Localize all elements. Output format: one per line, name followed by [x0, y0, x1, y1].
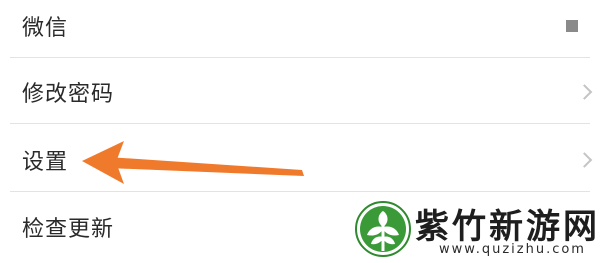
- settings-item-change-password[interactable]: 修改密码: [0, 60, 600, 124]
- divider: [10, 123, 590, 124]
- chevron-right-icon: [576, 152, 593, 168]
- settings-item-label: 修改密码: [22, 82, 115, 107]
- watermark-url: www.quzizhu.com: [439, 242, 586, 257]
- chevron-right-icon: [576, 84, 593, 100]
- watermark-title: 紫竹新游网: [415, 207, 600, 247]
- settings-item-label: 设置: [22, 150, 69, 175]
- settings-item-settings[interactable]: 设置: [0, 128, 600, 192]
- settings-item-wechat[interactable]: 微信: [0, 0, 600, 58]
- settings-item-label: 检查更新: [22, 217, 115, 242]
- watermark: 紫竹新游网 www.quzizhu.com: [355, 197, 600, 263]
- bamboo-logo-icon: [355, 201, 411, 257]
- divider: [10, 191, 590, 192]
- divider: [10, 57, 590, 58]
- settings-item-label: 微信: [22, 16, 69, 41]
- square-icon: [566, 20, 578, 32]
